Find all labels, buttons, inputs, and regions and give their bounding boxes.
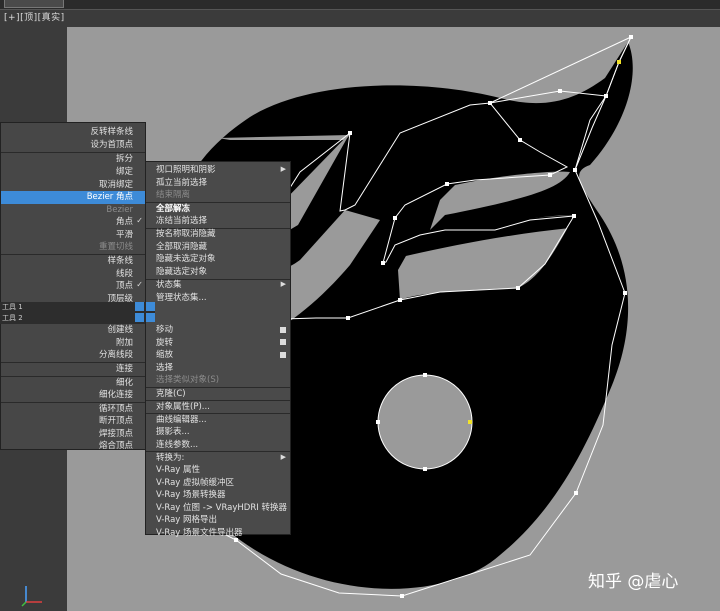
menu-item-unfreeze-all[interactable]: 全部解冻 [156,203,286,216]
menu-item-vertex[interactable]: 顶点 [1,280,133,293]
menu-item-break-vertices[interactable]: 断开顶点 [1,415,133,428]
top-strip [0,0,720,10]
menu-item-refine[interactable]: 细化 [1,377,133,390]
menu-item-bezier[interactable]: Bezier [1,204,133,217]
menu-item-end-isolate[interactable]: 结束隔离 [156,189,286,202]
menu-item-vray-bitmap-converter[interactable]: V-Ray 位图 -> VRayHDRI 转换器 [156,502,287,515]
menu-item-divide[interactable]: 拆分 [1,153,133,166]
viewport-label-view[interactable]: [顶] [20,13,38,23]
menu-item-state-sets[interactable]: 状态集 [156,279,286,292]
menu-item-manage-state-sets[interactable]: 管理状态集... [156,292,286,305]
submenu-arrow-icon: ▶ [280,452,286,461]
menu-item-detach-segment[interactable]: 分离线段 [1,349,133,362]
menu-item-unhide-all[interactable]: 全部取消隐藏 [156,241,286,254]
menu-item-bezier-corner[interactable]: Bezier 角点 [1,191,145,204]
menu-item-unhide-by-name[interactable]: 按名称取消隐藏 [156,228,286,241]
menu-item-select-similar[interactable]: 选择类似对象(S) [156,374,286,387]
menu-item-freeze-selection[interactable]: 冻结当前选择 [156,215,286,228]
menu-item-move[interactable]: 移动 [156,324,286,337]
watermark: 知乎 @虐心 [588,572,679,592]
menu-item-bind[interactable]: 绑定 [1,166,133,179]
menu-item-refine-connect[interactable]: 细化连接 [1,389,133,402]
settings-box-icon[interactable] [280,339,286,345]
menu-item-fuse-vertices[interactable]: 熔合顶点 [1,440,133,453]
menu-item-vray-properties[interactable]: V-Ray 属性 [156,464,286,477]
menu-item-unbind[interactable]: 取消绑定 [1,179,133,192]
menu-item-reset-tangents[interactable]: 重置切线 [1,241,133,254]
menu-item-curve-editor[interactable]: 曲线编辑器... [156,414,286,427]
quad-menu-right: 视口照明和阴影 ▶ 孤立当前选择 结束隔离 全部解冻 冻结当前选择 按名称取消隐… [145,161,291,538]
menu-item-isolate-selection[interactable]: 孤立当前选择 [156,177,286,190]
menu-item-hide-selection[interactable]: 隐藏选定对象 [156,266,286,279]
menu-item-create-line[interactable]: 创建线 [1,324,133,337]
menu-item-vray-scene-exporter[interactable]: V-Ray 场景文件导出器 [156,527,286,540]
menu-item-hide-unselected[interactable]: 隐藏未选定对象 [156,253,286,266]
menu-item-weld-vertices[interactable]: 焊接顶点 [1,428,133,441]
quad-center-icon [135,302,155,322]
menu-item-wire-parameters[interactable]: 连线参数... [156,439,286,452]
menu-item-reverse-spline[interactable]: 反转样条线 [1,126,133,139]
menu-item-vray-mesh-export[interactable]: V-Ray 网格导出 [156,514,286,527]
viewport-label-shading[interactable]: [真实] [38,13,65,23]
menu-item-object-properties[interactable]: 对象属性(P)... [156,401,286,414]
quad-menu-left: 反转样条线 设为首顶点 拆分 绑定 取消绑定 Bezier 角点 Bezier … [0,122,146,453]
menu-item-viewport-lighting[interactable]: 视口照明和阴影 [156,164,286,177]
menu-item-segment[interactable]: 线段 [1,268,133,281]
check-icon: ✓ [136,216,143,225]
menu-item-clone[interactable]: 克隆(C) [156,388,286,401]
settings-box-icon[interactable] [280,352,286,358]
menu-item-vray-scene-converter[interactable]: V-Ray 场景转换器 [156,489,286,502]
submenu-arrow-icon: ▶ [280,165,286,173]
axis-gizmo-icon [21,586,42,607]
window-tab[interactable] [4,0,64,8]
menu-item-attach[interactable]: 附加 [1,337,133,350]
menu-item-corner[interactable]: 角点 [1,216,133,229]
menu-item-dope-sheet[interactable]: 摄影表... [156,426,286,439]
quad-label-tools2: 工具 2 [2,314,23,322]
viewport-label[interactable]: [+][顶][真实] [4,10,65,23]
menu-item-connect[interactable]: 连接 [1,363,133,376]
check-icon: ✓ [136,280,143,289]
menu-item-smooth[interactable]: 平滑 [1,229,133,242]
menu-item-vray-frame-buffer[interactable]: V-Ray 虚拟帧缓冲区 [156,477,286,490]
menu-item-select[interactable]: 选择 [156,362,286,375]
menu-item-convert-to[interactable]: 转换为: [156,452,286,465]
menu-item-rotate[interactable]: 旋转 [156,337,286,350]
settings-box-icon[interactable] [280,327,286,333]
viewport-label-plus[interactable]: [+] [4,13,20,23]
menu-item-scale[interactable]: 缩放 [156,349,286,362]
quad-label-tools1: 工具 1 [2,303,23,311]
menu-item-spline[interactable]: 样条线 [1,255,133,268]
submenu-arrow-icon: ▶ [280,280,286,288]
menu-item-make-first[interactable]: 设为首顶点 [1,139,133,152]
menu-item-cycle-vertices[interactable]: 循环顶点 [1,403,133,416]
